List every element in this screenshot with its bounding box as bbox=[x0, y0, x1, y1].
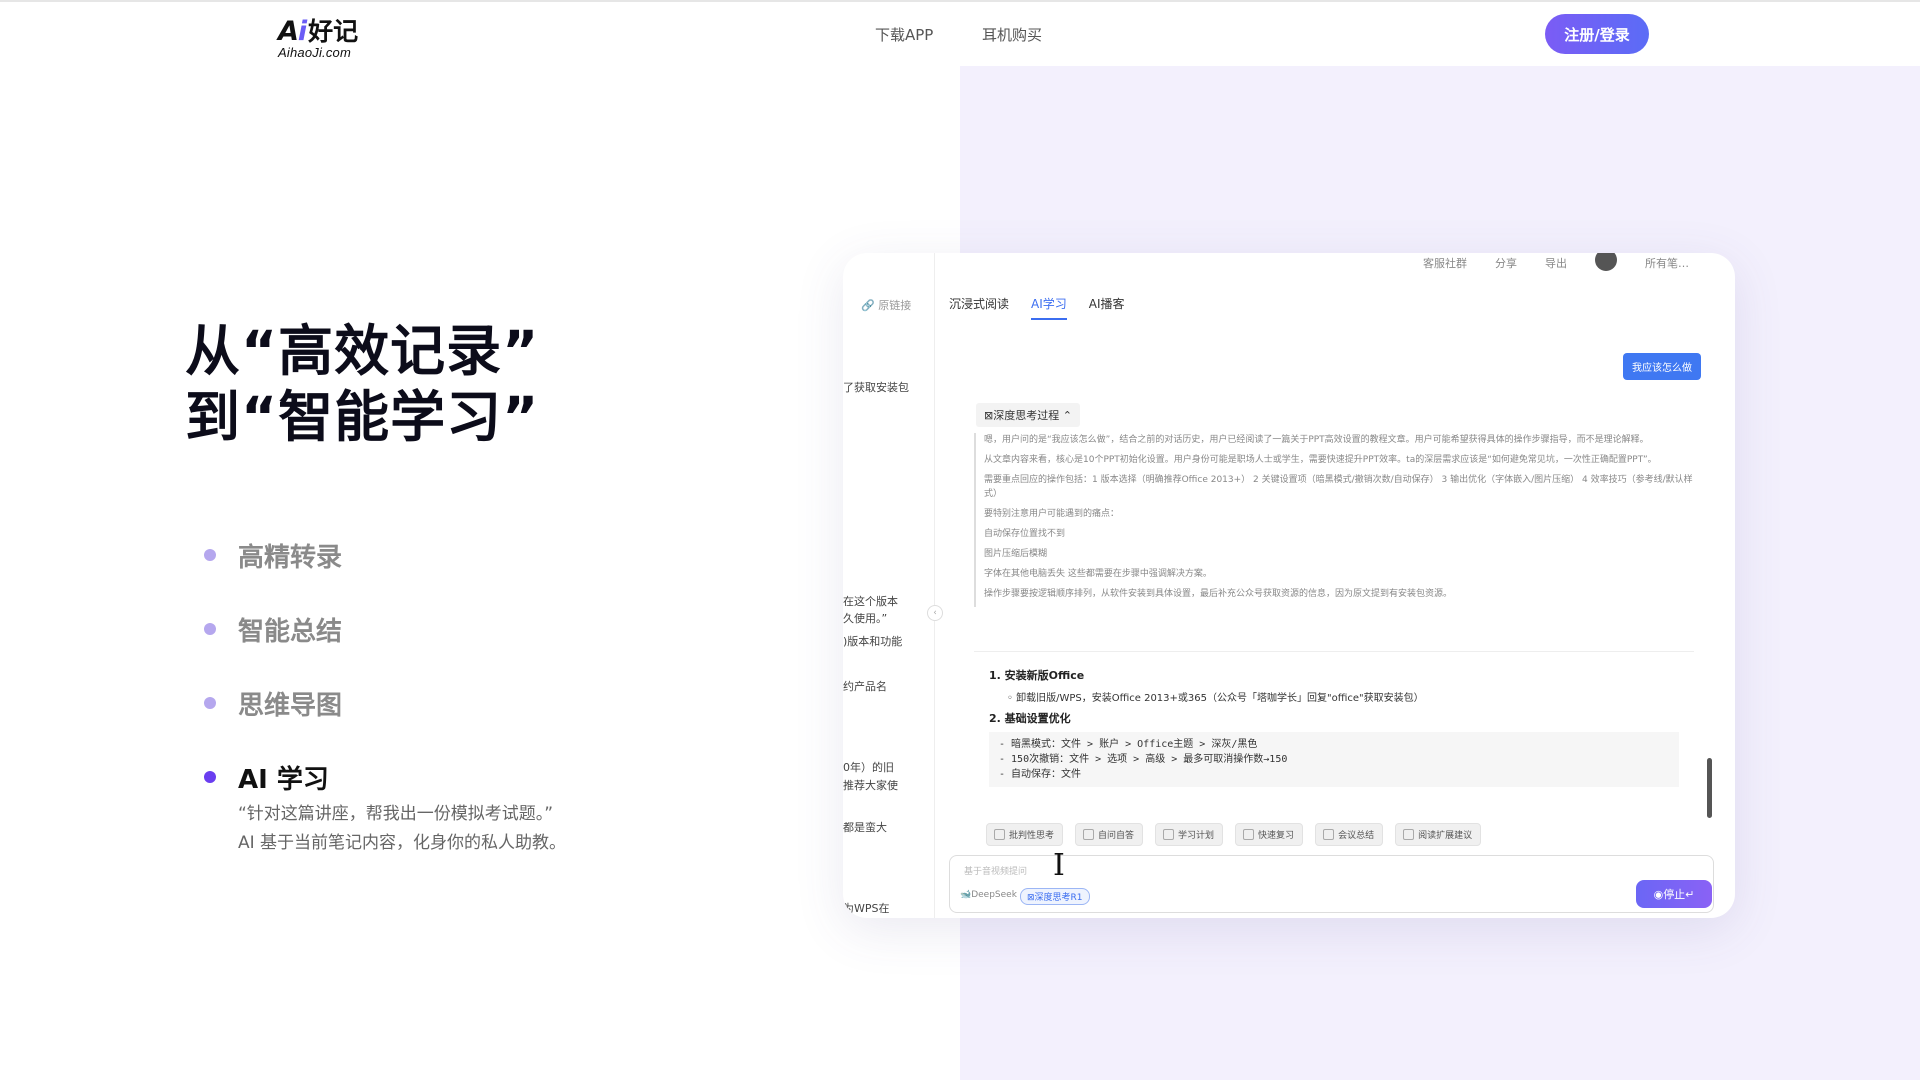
thinking-process-toggle[interactable]: ⊠深度思考过程 ⌃ bbox=[976, 403, 1080, 427]
quick-action-row: 批判性思考 自问自答 学习计划 快速复习 会议总结 阅读扩展建议 bbox=[986, 823, 1482, 846]
transcript-fragment: )版本和功能 bbox=[843, 635, 903, 648]
logo-ai-mark: Ai bbox=[278, 16, 307, 47]
thinking-line: 要特别注意用户可能遇到的痛点： bbox=[984, 509, 1120, 519]
tab-ai-learning[interactable]: AI学习 bbox=[1031, 295, 1067, 320]
logo-chinese-name: 好记 bbox=[308, 17, 359, 46]
tab-immersive-reading[interactable]: 沉浸式阅读 bbox=[949, 295, 1009, 320]
bullet-dot-icon bbox=[204, 623, 216, 635]
quick-review[interactable]: 快速复习 bbox=[1235, 823, 1304, 846]
site-logo[interactable]: Ai好记 AihaoJi.com bbox=[278, 12, 388, 60]
scrollbar-thumb[interactable] bbox=[1707, 758, 1712, 818]
transcript-fragment: 久使用。” bbox=[843, 612, 888, 625]
source-link-label: 原链接 bbox=[878, 299, 912, 312]
answer-bullet: ◦ 卸载旧版/WPS，安装Office 2013+或365（公众号「塔咖学长」回… bbox=[1007, 693, 1424, 704]
app-preview-card: 客服社群 分享 导出 所有笔… 🔗 原链接 了获取安装包 在这个版本 久使用。”… bbox=[843, 253, 1735, 918]
transcript-fragment: 了获取安装包 bbox=[843, 381, 909, 394]
code-block: - 暗黑模式：文件 > 账户 > Office主题 > 深灰/黑色 - 150次… bbox=[989, 732, 1679, 787]
bullet-dot-icon bbox=[204, 549, 216, 561]
collapse-panel-button[interactable]: ‹ bbox=[927, 605, 943, 621]
card-top-actions: 客服社群 分享 导出 所有笔… bbox=[1423, 253, 1689, 273]
quick-critical-thinking[interactable]: 批判性思考 bbox=[986, 823, 1064, 846]
register-login-button[interactable]: 注册/登录 bbox=[1545, 14, 1649, 54]
hero-title-line-2: 到“智能学习” bbox=[185, 385, 540, 449]
quick-self-qa[interactable]: 自问自答 bbox=[1075, 823, 1144, 846]
feature-label: 智能总结 bbox=[238, 616, 343, 647]
transcript-fragment: 推荐大家使 bbox=[843, 779, 898, 792]
code-line: - 暗黑模式：文件 > 账户 > Office主题 > 深灰/黑色 bbox=[999, 739, 1258, 750]
deep-thinking-label: 深度思考R1 bbox=[1034, 893, 1083, 903]
feature-label: 高精转录 bbox=[238, 542, 343, 573]
feature-description: “针对这篇讲座，帮我出一份模拟考试题。” AI 基于当前笔记内容，化身你的私人助… bbox=[238, 800, 566, 858]
thinking-content: 嗯，用户问的是“我应该怎么做”，结合之前的对话历史，用户已经阅读了一篇关于PPT… bbox=[974, 433, 1694, 607]
text-cursor-icon: I bbox=[1053, 848, 1065, 883]
feature-list: 高精转录 智能总结 思维导图 AI 学习 bbox=[204, 518, 342, 814]
share-action[interactable]: 分享 bbox=[1495, 255, 1517, 271]
thinking-line: 图片压缩后模糊 bbox=[984, 549, 1048, 559]
code-line: - 自动保存：文件 bbox=[999, 769, 1082, 780]
feature-description-line-2: AI 基于当前笔记内容，化身你的私人助教。 bbox=[238, 833, 567, 853]
transcript-fragment: 0年）的旧 bbox=[843, 761, 894, 774]
ai-answer: 1. 安装新版Office ◦ 卸载旧版/WPS，安装Office 2013+或… bbox=[989, 661, 1689, 787]
feature-label: 思维导图 bbox=[238, 690, 343, 721]
input-placeholder: 基于音视频提问 bbox=[964, 867, 1028, 877]
transcript-fragment: 在这个版本 bbox=[843, 595, 898, 608]
answer-step-heading: 1. 安装新版Office bbox=[989, 669, 1085, 682]
logo-domain: AihaoJi.com bbox=[278, 45, 352, 60]
nav-download-app[interactable]: 下载APP bbox=[875, 24, 933, 45]
model-selector[interactable]: 🐋DeepSeek bbox=[960, 890, 1017, 900]
hero-title-line-1: 从“高效记录” bbox=[185, 319, 540, 383]
code-line: - 150次撤销：文件 > 选项 > 高级 > 最多可取消操作数→150 bbox=[999, 754, 1288, 765]
feature-item-mindmap[interactable]: 思维导图 bbox=[204, 666, 342, 740]
bullet-dot-icon bbox=[204, 771, 216, 783]
transcript-column: 🔗 原链接 了获取安装包 在这个版本 久使用。” )版本和功能 约产品名 0年）… bbox=[843, 253, 935, 918]
feature-label: AI 学习 bbox=[238, 764, 329, 795]
feature-item-summary[interactable]: 智能总结 bbox=[204, 592, 342, 666]
transcript-fragment: 为WPS在 bbox=[843, 902, 890, 915]
quick-study-plan[interactable]: 学习计划 bbox=[1155, 823, 1224, 846]
deep-thinking-toggle[interactable]: ⊠深度思考R1 bbox=[1020, 888, 1090, 905]
model-label: DeepSeek bbox=[971, 890, 1017, 900]
answer-step-heading: 2. 基础设置优化 bbox=[989, 712, 1071, 725]
nav-buy-earphones[interactable]: 耳机购买 bbox=[982, 24, 1042, 45]
stop-button[interactable]: ◉ 停止↵ bbox=[1636, 880, 1712, 908]
feature-item-transcription[interactable]: 高精转录 bbox=[204, 518, 342, 592]
thinking-line: 字体在其他电脑丢失 这些都需要在步骤中强调解决方案。 bbox=[984, 569, 1212, 579]
divider bbox=[974, 651, 1694, 652]
thinking-line: 需要重点回应的操作包括：1 版本选择（明确推荐Office 2013+） 2 关… bbox=[984, 475, 1693, 499]
thinking-line: 自动保存位置找不到 bbox=[984, 529, 1066, 539]
top-border bbox=[0, 0, 1920, 2]
hero-title: 从“高效记录” 到“智能学习” bbox=[185, 318, 539, 450]
stop-label: 停止↵ bbox=[1663, 888, 1695, 901]
transcript-fragment: 都是蛮大 bbox=[843, 821, 887, 834]
quick-reading-suggestions[interactable]: 阅读扩展建议 bbox=[1395, 823, 1482, 846]
community-action[interactable]: 客服社群 bbox=[1423, 255, 1467, 271]
feature-description-line-1: “针对这篇讲座，帮我出一份模拟考试题。” bbox=[238, 804, 554, 824]
user-question-bubble: 我应该怎么做 bbox=[1623, 353, 1701, 380]
tab-ai-podcast[interactable]: AI播客 bbox=[1089, 295, 1125, 320]
thinking-label: 深度思考过程 bbox=[993, 409, 1060, 422]
answer-bullet-text: 卸载旧版/WPS，安装Office 2013+或365（公众号「塔咖学长」回复"… bbox=[1016, 693, 1424, 704]
thinking-line: 嗯，用户问的是“我应该怎么做”，结合之前的对话历史，用户已经阅读了一篇关于PPT… bbox=[984, 435, 1649, 445]
export-action[interactable]: 导出 bbox=[1545, 255, 1567, 271]
source-link[interactable]: 🔗 原链接 bbox=[861, 297, 911, 313]
bullet-dot-icon bbox=[204, 697, 216, 709]
ai-tabs: 沉浸式阅读 AI学习 AI播客 bbox=[949, 295, 1125, 320]
transcript-fragment: 约产品名 bbox=[843, 680, 887, 693]
thinking-line: 从文章内容来看，核心是10个PPT初始化设置。用户身份可能是职场人士或学生，需要… bbox=[984, 455, 1657, 465]
all-notes-action[interactable]: 所有笔… bbox=[1645, 255, 1689, 271]
avatar[interactable] bbox=[1595, 253, 1617, 271]
thinking-line: 操作步骤要按逻辑顺序排列，从软件安装到具体设置，最后补充公众号获取资源的信息，因… bbox=[984, 589, 1453, 599]
quick-meeting-summary[interactable]: 会议总结 bbox=[1315, 823, 1384, 846]
